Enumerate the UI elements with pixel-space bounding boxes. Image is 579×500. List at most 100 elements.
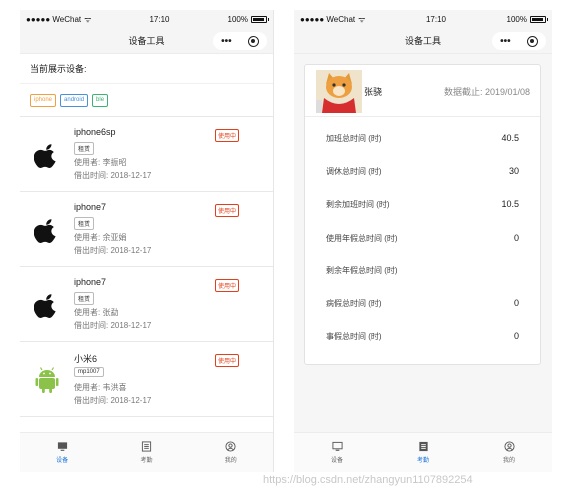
close-target-icon[interactable] <box>526 35 538 47</box>
carrier-label: ●●●●● WeChat <box>300 14 356 24</box>
filter-row: iphone android ble <box>20 84 273 117</box>
tab-attendance[interactable]: 考勤 <box>126 441 166 464</box>
watermark: https://blog.csdn.net/zhangyun1107892254 <box>263 474 473 486</box>
tab-devices[interactable]: 设备 <box>317 441 357 464</box>
stat-value: 0 <box>513 233 519 243</box>
device-user: 使用者: 韦洪喜 <box>74 383 127 392</box>
nav-bar: 设备工具 ••• <box>294 28 552 54</box>
tab-mine[interactable]: 我的 <box>211 441 251 464</box>
stat-row: 调休总时间 (时) 30 <box>305 162 540 182</box>
stat-value: 0 <box>513 331 519 341</box>
device-item[interactable]: iphone6sp 租赁 使用者: 李振昭 借出时间: 2018-12-17 使… <box>20 117 273 192</box>
status-badge: 使用中 <box>214 279 239 292</box>
more-icon[interactable]: ••• <box>500 36 511 47</box>
apple-icon <box>34 219 56 243</box>
apple-icon <box>34 144 56 168</box>
user-icon <box>225 441 236 452</box>
device-tag: 租赁 <box>74 142 95 155</box>
status-badge: 使用中 <box>214 129 239 142</box>
android-icon <box>35 367 59 393</box>
tab-bar: 设备 考勤 我的 <box>20 432 273 472</box>
current-devices-heading: 当前展示设备: <box>20 54 273 84</box>
stat-row: 剩余年假总时间 (时) <box>305 261 540 281</box>
mini-program-capsule: ••• <box>213 32 267 50</box>
page-title: 设备工具 <box>404 36 441 46</box>
tab-attendance[interactable]: 考勤 <box>403 441 443 464</box>
attendance-screen: ●●●●● WeChat ᯤ 17:10 100% 设备工具 ••• 张骁 数据… <box>294 10 552 472</box>
stat-label: 事假总时间 (时) <box>326 332 382 341</box>
stat-label: 剩余年假总时间 (时) <box>326 266 398 275</box>
wifi-icon: ᯤ <box>84 14 92 24</box>
device-name: iphone7 <box>74 202 107 212</box>
tab-bar: 设备 考勤 我的 <box>294 432 552 472</box>
device-tag: 租赁 <box>74 217 95 230</box>
monitor-icon <box>57 442 67 451</box>
tab-label: 设备 <box>330 458 343 464</box>
stat-label: 加班总时间 (时) <box>326 134 382 143</box>
battery-label: 100% <box>506 14 527 24</box>
list-icon <box>141 441 152 452</box>
device-name: iphone6sp <box>74 127 116 137</box>
device-date: 借出时间: 2018-12-17 <box>74 171 152 180</box>
device-tag: 租赁 <box>74 292 95 305</box>
user-icon <box>503 441 515 452</box>
tab-devices[interactable]: 设备 <box>42 441 82 464</box>
device-date: 借出时间: 2018-12-17 <box>74 246 152 255</box>
device-user: 使用者: 张勐 <box>74 308 119 317</box>
device-user: 使用者: 李振昭 <box>74 158 127 167</box>
wifi-icon: ᯤ <box>358 14 366 24</box>
more-icon[interactable]: ••• <box>221 36 232 47</box>
list-icon <box>418 441 428 452</box>
status-badge: 使用中 <box>214 354 239 367</box>
mini-program-capsule: ••• <box>492 32 546 50</box>
device-item[interactable]: iphone7 租赁 使用者: 张勐 借出时间: 2018-12-17 使用中 <box>20 267 273 342</box>
data-cutoff-date: 数据截止: 2019/01/08 <box>443 87 530 97</box>
battery-icon <box>529 15 548 23</box>
stat-value: 10.5 <box>501 199 519 209</box>
carrier-label: ●●●●● WeChat <box>26 14 82 24</box>
tab-label: 考勤 <box>416 458 429 464</box>
filter-chip-android[interactable]: android <box>60 93 89 107</box>
stat-row: 加班总时间 (时) 40.5 <box>305 129 540 149</box>
stat-label: 病假总时间 (时) <box>326 299 382 308</box>
device-date: 借出时间: 2018-12-17 <box>74 321 152 330</box>
filter-chip-ble[interactable]: ble <box>92 93 109 107</box>
device-list: iphone6sp 租赁 使用者: 李振昭 借出时间: 2018-12-17 使… <box>20 117 273 417</box>
stat-row: 事假总时间 (时) 0 <box>305 327 540 347</box>
device-tag: mp1007 <box>74 367 104 377</box>
tab-label: 我的 <box>502 458 515 464</box>
tab-mine[interactable]: 我的 <box>489 441 529 464</box>
clock-label: 17:10 <box>149 14 170 24</box>
page-title: 设备工具 <box>128 36 165 46</box>
stat-value: 0 <box>513 298 519 308</box>
tab-label: 考勤 <box>140 458 153 464</box>
profile-name: 张骁 <box>364 87 383 97</box>
status-badge: 使用中 <box>214 204 239 217</box>
attendance-card: 张骁 数据截止: 2019/01/08 加班总时间 (时) 40.5 调休总时间… <box>304 64 541 365</box>
filter-chip-iphone[interactable]: iphone <box>30 93 57 107</box>
battery-label: 100% <box>227 14 248 24</box>
stat-label: 剩余加班时间 (时) <box>326 200 390 209</box>
stat-value: 40.5 <box>501 133 519 143</box>
stat-row: 病假总时间 (时) 0 <box>305 294 540 314</box>
device-item[interactable]: iphone7 租赁 使用者: 余亚娟 借出时间: 2018-12-17 使用中 <box>20 192 273 267</box>
tab-label: 设备 <box>56 458 69 464</box>
tab-label: 我的 <box>224 458 237 464</box>
battery-icon <box>250 15 269 23</box>
apple-icon <box>34 294 56 318</box>
stat-row: 使用年假总时间 (时) 0 <box>305 229 540 249</box>
nav-bar: 设备工具 ••• <box>20 28 273 54</box>
stat-value: 30 <box>508 166 519 176</box>
status-bar: ●●●●● WeChat ᯤ 17:10 100% <box>294 10 552 28</box>
close-target-icon[interactable] <box>247 35 259 47</box>
device-list-screen: ●●●●● WeChat ᯤ 17:10 100% 设备工具 ••• 当前展示设… <box>20 10 274 472</box>
device-item[interactable]: 小米6 mp1007 使用者: 韦洪喜 借出时间: 2018-12-17 使用中 <box>20 342 273 417</box>
status-bar: ●●●●● WeChat ᯤ 17:10 100% <box>20 10 273 28</box>
profile-header: 张骁 数据截止: 2019/01/08 <box>305 65 540 117</box>
stat-label: 调休总时间 (时) <box>326 167 382 176</box>
stat-row: 剩余加班时间 (时) 10.5 <box>305 195 540 215</box>
device-name: 小米6 <box>74 354 98 364</box>
monitor-icon <box>331 441 343 451</box>
clock-label: 17:10 <box>425 14 446 24</box>
stat-label: 使用年假总时间 (时) <box>326 234 398 243</box>
